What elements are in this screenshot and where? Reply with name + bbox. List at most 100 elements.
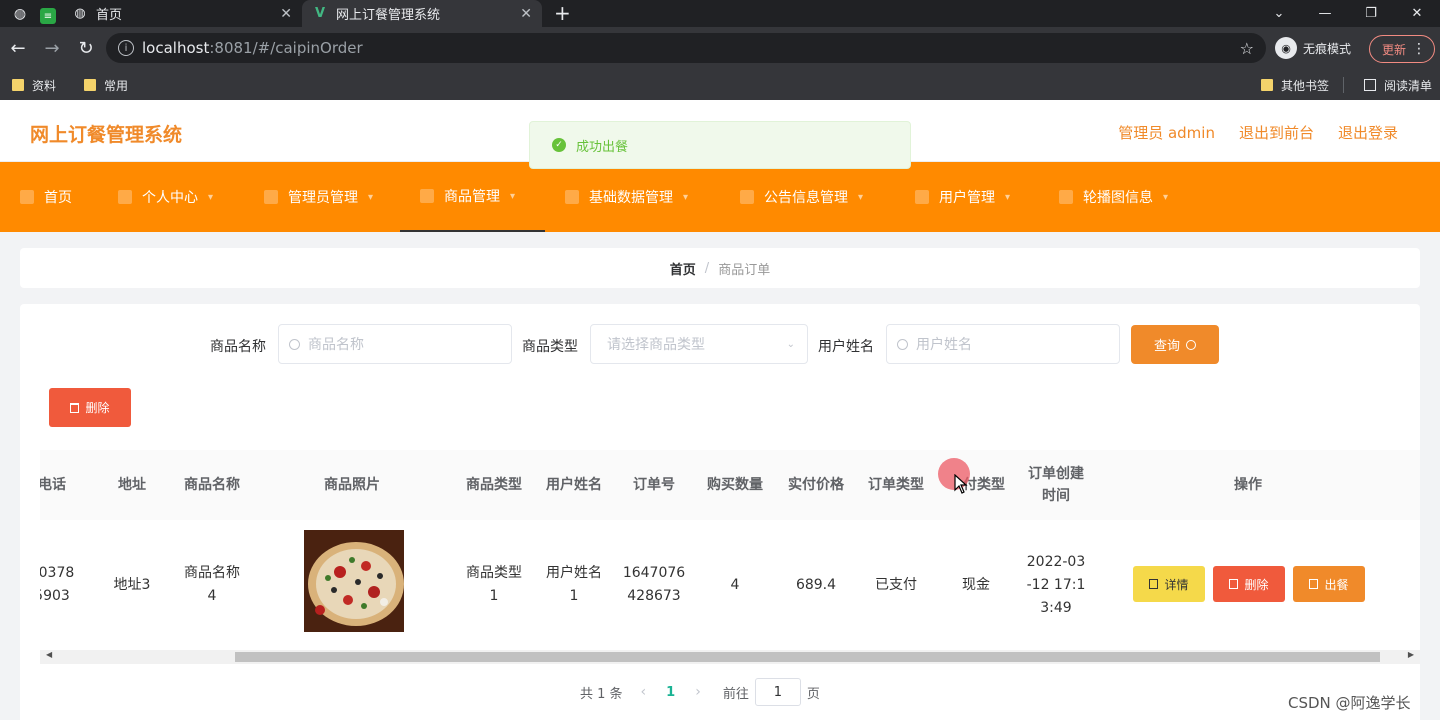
table-row: 70378 5903 地址3 商品名称 4: [40, 520, 1420, 650]
button-label: 删除: [1244, 577, 1269, 592]
notice-icon: [740, 190, 754, 204]
watermark: CSDN @阿逸学长: [1288, 694, 1411, 712]
scroll-right-icon[interactable]: ▶: [1408, 650, 1414, 659]
cell-text: 1: [569, 588, 579, 604]
prev-page-icon[interactable]: ‹: [641, 684, 647, 700]
update-label: 更新: [1382, 42, 1407, 57]
orders-table: 电话 地址 商品名称 商品照片 商品类型 用户姓名 订单号 购买数量 实付价格 …: [40, 450, 1420, 650]
update-button[interactable]: 更新 ⋮: [1369, 35, 1435, 63]
menu-label: 用户管理: [939, 190, 995, 206]
user-name-input[interactable]: 用户姓名: [886, 324, 1120, 364]
goto-page-input[interactable]: 1: [754, 678, 801, 706]
close-icon[interactable]: ✕: [280, 6, 292, 22]
breadcrumb-separator: /: [704, 260, 710, 276]
exit-to-frontend-link[interactable]: 退出到前台: [1239, 122, 1314, 143]
more-icon[interactable]: ⋮: [1412, 41, 1426, 57]
url-path: :8081/#/caipinOrder: [209, 39, 363, 57]
cell-text: 428673: [627, 588, 681, 604]
app-shortcut-icon[interactable]: ≡: [40, 8, 56, 24]
menu-label: 公告信息管理: [764, 190, 848, 206]
header-order-type: 订单类型: [868, 477, 924, 493]
bookmarks-bar: 资料 常用 其他书签 阅读清单: [0, 70, 1440, 100]
menu-personal-center[interactable]: 个人中心 ▾: [98, 162, 244, 232]
scroll-left-icon[interactable]: ◀: [46, 650, 52, 659]
back-icon[interactable]: ←: [2, 33, 34, 65]
product-name-label: 商品名称: [210, 339, 266, 355]
menu-carousel[interactable]: 轮播图信息 ▾: [1039, 162, 1199, 232]
forward-icon[interactable]: →: [36, 33, 68, 65]
list-icon: [264, 190, 278, 204]
globe-icon[interactable]: ◍: [10, 4, 30, 24]
bookmark-label: 阅读清单: [1383, 78, 1432, 93]
menu-label: 首页: [44, 190, 72, 206]
menu-admin-management[interactable]: 管理员管理 ▾: [244, 162, 400, 232]
browser-tab-home[interactable]: ◍ 首页 ✕: [62, 0, 302, 27]
query-button[interactable]: 查询: [1131, 325, 1219, 364]
header-address: 地址: [118, 477, 146, 493]
serve-meal-button[interactable]: 出餐: [1293, 566, 1365, 602]
star-icon[interactable]: ☆: [1240, 39, 1254, 58]
info-icon[interactable]: i: [118, 40, 134, 56]
bookmark-folder[interactable]: 常用: [84, 77, 128, 94]
page-number[interactable]: 1: [666, 685, 675, 700]
menu-label: 管理员管理: [288, 190, 358, 206]
browser-address-bar: ← → ↻ i localhost:8081/#/caipinOrder ☆ ◉…: [0, 27, 1440, 70]
product-photo[interactable]: [304, 530, 404, 632]
menu-label: 个人中心: [142, 190, 198, 206]
menu-basic-data[interactable]: 基础数据管理 ▾: [545, 162, 720, 232]
cell-price: 689.4: [795, 576, 837, 593]
chevron-down-icon: ▾: [858, 191, 864, 203]
folder-icon: [1260, 79, 1273, 91]
pagination-total: 共 1 条: [580, 686, 623, 702]
reload-icon[interactable]: ↻: [70, 33, 102, 65]
grid-icon: [565, 190, 579, 204]
delete-button[interactable]: 删除: [1213, 566, 1285, 602]
horizontal-scrollbar[interactable]: ◀ ▶: [40, 650, 1420, 664]
scrollbar-thumb[interactable]: [235, 652, 1380, 662]
cell-phone: 70378 5903: [40, 520, 84, 650]
product-type-select[interactable]: 请选择商品类型 ⌄: [590, 324, 808, 364]
reading-list[interactable]: 阅读清单: [1363, 77, 1432, 94]
header-phone: 电话: [40, 477, 66, 493]
minimize-icon[interactable]: —: [1302, 0, 1348, 27]
header-price: 实付价格: [788, 477, 844, 493]
admin-user-link[interactable]: 管理员 admin: [1118, 122, 1215, 143]
cell-order-type: 已支付: [875, 576, 917, 593]
users-icon: [915, 190, 929, 204]
menu-user-management[interactable]: 用户管理 ▾: [895, 162, 1039, 232]
cell-text: 用户姓名: [546, 565, 602, 581]
logout-link[interactable]: 退出登录: [1338, 122, 1398, 143]
product-name-input[interactable]: 商品名称: [278, 324, 512, 364]
incognito-indicator[interactable]: ◉ 无痕模式: [1275, 37, 1351, 59]
bulk-delete-button[interactable]: 删除: [49, 388, 131, 427]
cell-product-type: 商品类型 1: [454, 520, 534, 650]
browser-tab-bar: ◍ ≡ ◍ 首页 ✕ V 网上订餐管理系统 ✕ + ⌄ — ❐ ✕: [0, 0, 1440, 27]
browser-tab-active[interactable]: V 网上订餐管理系统 ✕: [302, 0, 542, 27]
chevron-down-icon: ▾: [683, 191, 689, 203]
bookmark-folder[interactable]: 资料: [12, 77, 56, 94]
header-product-type: 商品类型: [466, 477, 522, 493]
reading-list-icon: [1363, 79, 1376, 91]
restore-icon[interactable]: ❐: [1348, 0, 1394, 27]
product-type-label: 商品类型: [522, 339, 578, 355]
bookmark-folder[interactable]: 其他书签: [1260, 77, 1329, 94]
url-input[interactable]: i localhost:8081/#/caipinOrder ☆: [106, 33, 1266, 63]
new-tab-icon[interactable]: +: [554, 1, 571, 25]
detail-button[interactable]: 详情: [1133, 566, 1205, 602]
table-header: 电话 地址 商品名称 商品照片 商品类型 用户姓名 订单号 购买数量 实付价格 …: [40, 450, 1420, 520]
next-page-icon[interactable]: ›: [695, 684, 701, 700]
folder-icon: [12, 79, 24, 91]
close-icon[interactable]: ✕: [520, 6, 532, 22]
menu-announcements[interactable]: 公告信息管理 ▾: [720, 162, 895, 232]
chevron-down-icon[interactable]: ⌄: [1256, 0, 1302, 27]
header-product-name: 商品名称: [184, 477, 240, 493]
pagination: 共 1 条 ‹ 1 › 前往 1 页: [580, 678, 820, 706]
globe-icon: ◍: [74, 6, 86, 21]
breadcrumb-home[interactable]: 首页: [670, 259, 696, 278]
search-icon: [289, 338, 300, 350]
close-icon[interactable]: ✕: [1394, 0, 1440, 27]
page-suffix: 页: [806, 686, 820, 702]
menu-product-management[interactable]: 商品管理 ▾: [400, 162, 545, 232]
menu-home[interactable]: 首页: [0, 162, 98, 232]
trash-icon: [1229, 579, 1239, 589]
